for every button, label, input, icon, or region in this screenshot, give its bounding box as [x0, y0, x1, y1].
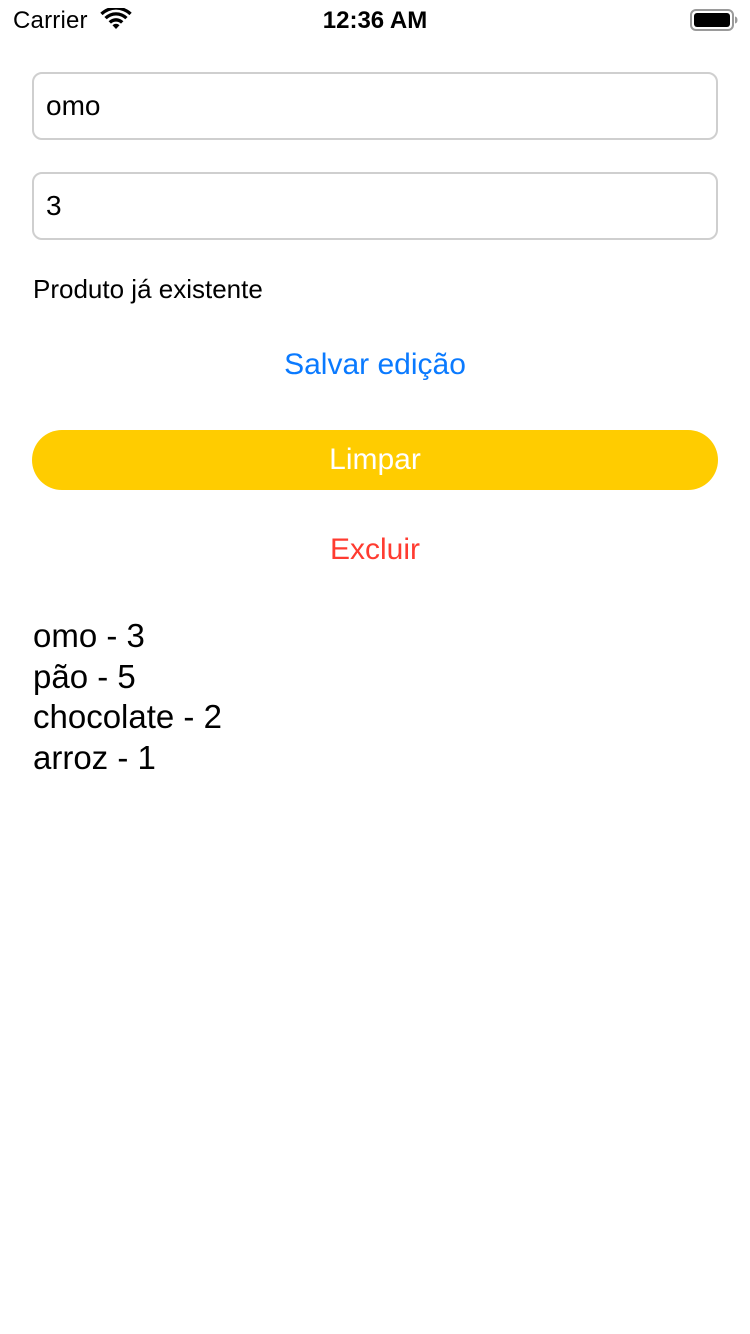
clear-button[interactable]: Limpar: [32, 430, 718, 490]
product-name-input[interactable]: [32, 72, 718, 140]
product-list: omo - 3 pão - 5 chocolate - 2 arroz - 1: [33, 616, 222, 778]
quantity-input[interactable]: [32, 172, 718, 240]
status-time: 12:36 AM: [322, 7, 428, 34]
list-item: omo - 3: [33, 617, 145, 654]
delete-button[interactable]: Excluir: [0, 533, 750, 567]
status-bar: Carrier 12:36 AM: [0, 0, 750, 40]
battery-icon: [690, 9, 738, 31]
list-item: arroz - 1: [33, 738, 156, 776]
list-item: chocolate - 2: [33, 698, 222, 735]
list-item: pão - 5: [33, 657, 136, 695]
status-message: Produto já existente: [33, 274, 263, 304]
save-edit-button[interactable]: Salvar edição: [0, 348, 750, 382]
